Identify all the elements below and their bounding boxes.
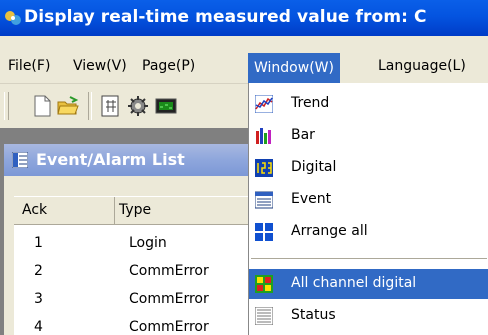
row-ack: 3 [34,291,43,307]
row-type: CommError [129,291,209,307]
menu-item-label: Event [291,191,332,207]
row-type: CommError [129,319,209,335]
menu-item-label: Bar [291,127,315,143]
menu-item-all-channel-digital[interactable]: All channel digital [249,269,488,299]
menu-file[interactable]: File(F) [6,58,52,74]
toolbar [0,84,248,128]
menu-language[interactable]: Language(L) [376,58,468,74]
menu-item-label: Trend [291,95,330,111]
menu-item-status[interactable]: Status [249,301,488,331]
child-window-titlebar[interactable]: Event/Alarm List [4,144,248,176]
menu-item-label: Arrange all [291,223,368,239]
column-header-type[interactable]: Type [115,197,252,225]
menu-view[interactable]: View(V) [71,58,129,74]
menu-item-event[interactable]: Event [249,185,488,215]
column-header-ack[interactable]: Ack [14,197,115,225]
child-window-title: Event/Alarm List [36,150,185,169]
column-type-label: Type [119,202,152,218]
menu-item-label: Status [291,307,336,323]
menu-window[interactable]: Window(W) [248,53,340,83]
menu-page[interactable]: Page(P) [140,58,197,74]
toolbar-separator [88,92,92,120]
gear-icon[interactable] [126,94,150,118]
arrange-all-icon [255,223,273,241]
row-type: CommError [129,263,209,279]
app-icon [5,11,21,25]
menu-item-label: Digital [291,159,337,175]
menu-item-bar[interactable]: Bar [249,121,488,151]
row-ack: 2 [34,263,43,279]
menubar-gap [0,36,488,53]
digital-icon [255,159,273,177]
trend-chart-icon [255,95,273,113]
row-ack: 4 [34,319,43,335]
window-title: Display real-time measured value from: C [24,7,427,27]
monitor-icon[interactable] [154,94,178,118]
menu-item-digital[interactable]: Digital [249,153,488,183]
menu-item-trend[interactable]: Trend [249,89,488,119]
menu-item-label: All channel digital [291,275,417,291]
column-ack-label: Ack [22,202,48,218]
menu-bar: File(F) View(V) Page(P) Window(W) Langua… [0,53,488,84]
new-document-icon[interactable] [30,94,54,118]
bar-chart-icon [256,128,271,144]
menu-item-arrange-all[interactable]: Arrange all [249,217,488,247]
grid-icon[interactable] [98,94,122,118]
status-icon [255,307,273,325]
menu-separator [251,258,487,259]
row-ack: 1 [34,235,43,251]
window-menu-dropdown: Trend Bar Digital Event Arrange all All … [248,83,488,335]
row-type: Login [129,235,167,251]
toolbar-grip[interactable] [4,92,9,120]
title-bar: Display real-time measured value from: C [0,0,488,36]
list-window-icon [12,152,28,168]
all-channel-digital-icon [255,275,273,293]
event-list-icon [255,191,273,209]
open-folder-icon[interactable] [56,94,80,118]
